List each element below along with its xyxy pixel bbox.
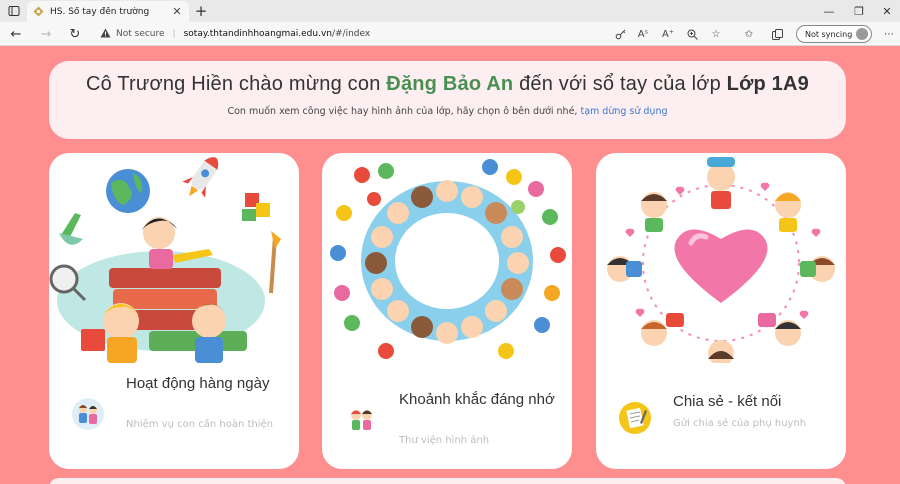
url-field[interactable]: Not secure | sotay.thtandinhhoangmai.edu… — [100, 25, 600, 43]
kids-heart-illustration — [607, 157, 835, 363]
security-label: Not secure — [116, 29, 165, 39]
close-tab-icon[interactable]: ✕ — [171, 5, 183, 18]
warning-icon — [100, 28, 111, 41]
url-host: sotay.thtandinhhoangmai.edu.vn — [183, 29, 332, 39]
welcome-subtitle-text: Con muốn xem công việc hay hình ảnh của … — [227, 106, 581, 117]
close-window-icon[interactable]: ✕ — [876, 1, 898, 21]
sync-button[interactable]: Not syncing — [796, 25, 872, 43]
welcome-subtitle: Con muốn xem công việc hay hình ảnh của … — [49, 106, 846, 117]
text-size-icon[interactable]: A⁺ — [659, 25, 677, 43]
kids-photo-icon — [351, 410, 372, 430]
back-icon[interactable]: ← — [7, 25, 25, 43]
sync-label: Not syncing — [805, 29, 853, 39]
minimize-icon[interactable]: — — [818, 1, 840, 21]
url-path: /#/index — [331, 29, 371, 39]
students-icon — [72, 398, 104, 430]
welcome-heading: Cô Trương Hiền chào mừng con Đặng Bảo An… — [49, 73, 846, 96]
url-separator: | — [172, 29, 176, 39]
welcome-prefix: Cô Trương Hiền chào mừng con — [86, 73, 387, 95]
welcome-middle: đến với sổ tay của lớp — [513, 73, 727, 95]
notepad-icon — [619, 402, 651, 434]
card-title: Khoảnh khắc đáng nhớ — [399, 391, 555, 408]
pause-usage-link[interactable]: tạm dừng sử dụng — [580, 106, 667, 117]
reload-icon[interactable]: ↻ — [66, 25, 84, 43]
favorites-icon[interactable]: ✩ — [740, 25, 758, 43]
class-name: Lớp 1A9 — [726, 73, 809, 95]
new-tab-icon[interactable]: + — [192, 2, 210, 20]
card-subtitle: Thư viện hình ảnh — [399, 435, 490, 446]
reading-kids-illustration — [49, 157, 281, 363]
card-title: Hoạt động hàng ngày — [126, 375, 270, 392]
card-subtitle: Gửi chia sẻ của phụ huynh — [673, 418, 807, 429]
next-section-panel — [49, 478, 846, 484]
browser-tab[interactable]: HS. Sổ tay đến trường ✕ — [27, 1, 189, 22]
card-daily-activities[interactable]: Hoạt động hàng ngày Nhiệm vụ con cần hoà… — [49, 153, 299, 469]
url-text: sotay.thtandinhhoangmai.edu.vn/#/index — [184, 29, 371, 39]
browser-tab-strip: HS. Sổ tay đến trường ✕ + — ❐ ✕ — [0, 0, 900, 22]
card-subtitle: Nhiệm vụ con cần hoàn thiện — [126, 419, 274, 430]
site-favicon-icon — [33, 6, 44, 17]
favorite-add-icon[interactable]: ☆ — [707, 25, 725, 43]
welcome-panel: Cô Trương Hiền chào mừng con Đặng Bảo An… — [49, 61, 846, 139]
more-menu-icon[interactable]: ⋯ — [880, 25, 898, 43]
tab-actions-icon[interactable] — [5, 2, 23, 20]
restore-icon[interactable]: ❐ — [848, 1, 870, 21]
tab-title: HS. Sổ tay đến trường — [50, 6, 150, 17]
student-name: Đặng Bảo An — [386, 73, 514, 95]
address-bar: ← → ↻ Not secure | sotay.thtandinhhoangm… — [0, 22, 900, 46]
read-aloud-icon[interactable]: Aˢ — [634, 25, 652, 43]
avatar — [856, 28, 868, 40]
zoom-icon[interactable] — [683, 25, 701, 43]
key-icon[interactable] — [611, 25, 629, 43]
collections-icon[interactable] — [768, 25, 786, 43]
forward-icon[interactable]: → — [37, 25, 55, 43]
card-share-connect[interactable]: Chia sẻ - kết nối Gửi chia sẻ của phụ hu… — [596, 153, 846, 469]
kids-circle-illustration — [330, 159, 566, 359]
card-title: Chia sẻ - kết nối — [673, 393, 782, 410]
card-memorable-moments[interactable]: Khoảnh khắc đáng nhớ Thư viện hình ảnh — [322, 153, 572, 469]
